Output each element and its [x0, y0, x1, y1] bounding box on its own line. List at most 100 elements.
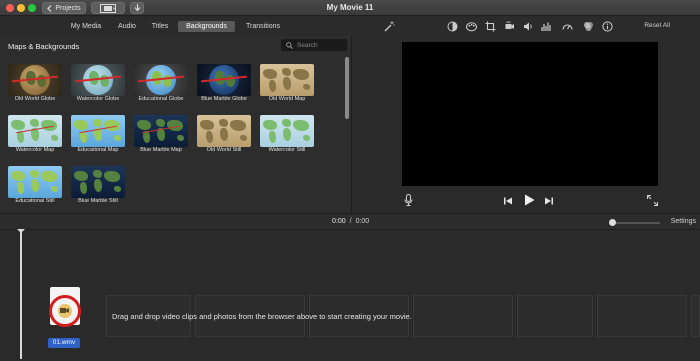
- zoom-window-button[interactable]: [28, 4, 36, 12]
- search-box[interactable]: [281, 39, 347, 51]
- background-thumbnail[interactable]: [260, 115, 314, 147]
- zoom-slider-knob[interactable]: [609, 219, 616, 226]
- background-item[interactable]: Old World Still: [196, 115, 252, 155]
- timeline-zoom-slider[interactable]: [609, 219, 660, 226]
- background-thumbnail[interactable]: [71, 115, 125, 147]
- search-icon: [286, 41, 293, 49]
- background-item[interactable]: Blue Marble Map: [133, 115, 189, 155]
- playhead[interactable]: [20, 229, 22, 359]
- minimize-window-button[interactable]: [17, 4, 25, 12]
- background-label: Educational Map: [77, 147, 119, 153]
- background-item[interactable]: Blue Marble Globe: [196, 64, 252, 104]
- background-label: Blue Marble Globe: [201, 96, 247, 102]
- map-graphic: [134, 115, 188, 147]
- background-label: Old World Globe: [14, 96, 56, 102]
- background-item[interactable]: Blue Marble Still: [70, 166, 126, 206]
- empty-clip-slot: [517, 295, 593, 337]
- background-thumbnail[interactable]: [8, 115, 62, 147]
- fullscreen-icon[interactable]: [647, 193, 658, 211]
- tab-row: My Media Audio Titles Backgrounds Transi…: [0, 17, 700, 36]
- tab-titles[interactable]: Titles: [147, 21, 173, 32]
- info-icon[interactable]: [602, 21, 613, 32]
- total-time: 0:00: [355, 218, 370, 225]
- playhead-handle[interactable]: [17, 229, 25, 233]
- background-thumbnail[interactable]: [8, 64, 62, 96]
- background-item[interactable]: Educational Still: [7, 166, 63, 206]
- time-readout: 0:00 / 0:00: [332, 218, 369, 225]
- color-balance-icon[interactable]: [447, 21, 458, 32]
- background-item[interactable]: Old World Globe: [7, 64, 63, 104]
- browser-title: Maps & Backgrounds: [8, 42, 80, 51]
- color-correction-icon[interactable]: [466, 21, 477, 32]
- microphone-icon[interactable]: [404, 193, 413, 211]
- map-graphic: [260, 115, 314, 147]
- play-icon[interactable]: [523, 193, 535, 211]
- noise-reduction-icon[interactable]: [541, 21, 552, 32]
- adjustments-bar: Reset All: [352, 17, 700, 36]
- background-item[interactable]: Educational Map: [70, 115, 126, 155]
- close-window-button[interactable]: [6, 4, 14, 12]
- timeline-settings-button[interactable]: Settings: [671, 218, 696, 225]
- background-label: Blue Marble Map: [140, 147, 182, 153]
- file-name-label: 01.wmv: [48, 338, 80, 348]
- empty-clip-slot: [691, 295, 700, 337]
- tab-audio[interactable]: Audio: [114, 21, 140, 32]
- background-label: Old World Map: [268, 96, 306, 102]
- background-thumbnail[interactable]: [134, 64, 188, 96]
- video-preview[interactable]: [402, 42, 658, 186]
- time-separator: /: [349, 218, 352, 225]
- content-browser: Maps & Backgrounds Old World Globe Waterc…: [0, 36, 352, 213]
- title-bar: Projects My Movie 11: [0, 0, 700, 16]
- highlight-circle: [49, 295, 81, 327]
- stabilization-icon[interactable]: [504, 21, 515, 32]
- reset-all-button[interactable]: Reset All: [644, 22, 670, 29]
- empty-clip-slot: [413, 295, 513, 337]
- background-item[interactable]: Watercolor Map: [7, 115, 63, 155]
- tab-my-media[interactable]: My Media: [66, 21, 106, 32]
- background-item[interactable]: Watercolor Globe: [70, 64, 126, 104]
- projects-button[interactable]: Projects: [42, 2, 86, 14]
- timeline[interactable]: 01.wmv Drag and drop video clips and pho…: [0, 229, 700, 361]
- background-thumbnail[interactable]: [71, 166, 125, 198]
- background-item[interactable]: Old World Map: [259, 64, 315, 104]
- background-thumbnail[interactable]: [197, 115, 251, 147]
- magic-wand-icon[interactable]: [384, 21, 395, 32]
- import-button[interactable]: [130, 2, 144, 14]
- browser-header: Maps & Backgrounds: [0, 36, 352, 56]
- crop-icon[interactable]: [485, 21, 496, 32]
- background-thumbnail[interactable]: [71, 64, 125, 96]
- drop-hint-text: Drag and drop video clips and photos fro…: [112, 312, 412, 321]
- map-graphic: [71, 166, 125, 198]
- background-label: Watercolor Map: [15, 147, 55, 153]
- background-thumbnail[interactable]: [8, 166, 62, 198]
- viewer-panel: [352, 36, 700, 213]
- background-label: Educational Globe: [138, 96, 184, 102]
- map-graphic: [8, 115, 62, 147]
- skip-back-icon[interactable]: [503, 193, 513, 211]
- background-thumbnail[interactable]: [260, 64, 314, 96]
- background-item[interactable]: Educational Globe: [133, 64, 189, 104]
- background-item[interactable]: Watercolor Still: [259, 115, 315, 155]
- dragged-file-icon[interactable]: [46, 287, 86, 329]
- scrollbar-thumb[interactable]: [345, 57, 349, 119]
- browser-scrollbar[interactable]: [345, 56, 350, 211]
- background-label: Blue Marble Still: [78, 198, 118, 204]
- map-graphic: [71, 115, 125, 147]
- skip-forward-icon[interactable]: [544, 193, 554, 211]
- background-thumbnail[interactable]: [134, 115, 188, 147]
- filmstrip-icon: [100, 3, 116, 13]
- search-input[interactable]: [297, 41, 347, 49]
- tab-transitions[interactable]: Transitions: [240, 21, 286, 32]
- timeline-header: 0:00 / 0:00 Settings: [0, 213, 700, 230]
- clip-filter-icon[interactable]: [583, 21, 594, 32]
- speed-icon[interactable]: [562, 21, 573, 32]
- volume-icon[interactable]: [523, 21, 534, 32]
- map-graphic: [197, 115, 251, 147]
- background-label: Watercolor Still: [268, 147, 306, 153]
- download-arrow-icon: [134, 4, 140, 12]
- media-browser-button[interactable]: [91, 2, 125, 14]
- tab-backgrounds[interactable]: Backgrounds: [178, 21, 235, 32]
- current-time: 0:00: [332, 218, 346, 225]
- background-thumbnail[interactable]: [197, 64, 251, 96]
- background-label: Watercolor Globe: [76, 96, 120, 102]
